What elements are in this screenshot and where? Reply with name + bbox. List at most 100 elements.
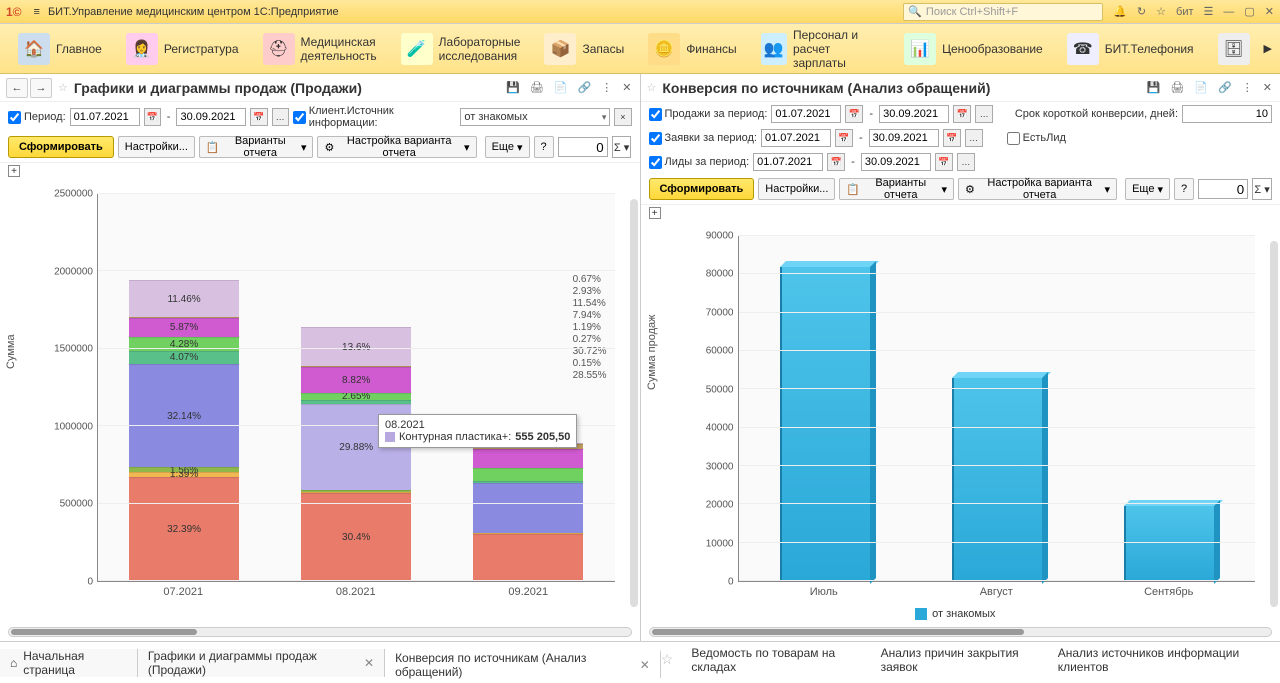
shortconv-label: Срок короткой конверсии, дней: [1015, 108, 1178, 120]
sum-input[interactable] [558, 137, 608, 157]
generate-button[interactable]: Сформировать [8, 136, 114, 158]
tab-conversion[interactable]: Конверсия по источникам (Анализ обращени… [385, 650, 661, 678]
save-icon[interactable]: 💾 [504, 79, 522, 96]
sum-input[interactable] [1198, 179, 1248, 199]
client-source-checkbox[interactable]: Клиент.Источник информации: [293, 105, 457, 129]
req-date-to[interactable] [869, 129, 939, 147]
link-icon[interactable]: 🔗 [576, 79, 594, 96]
menu-hamburger-icon[interactable]: ≡ [34, 6, 40, 18]
minimize-icon[interactable]: — [1223, 6, 1234, 18]
calendar-icon[interactable]: 📅 [827, 153, 845, 171]
bell-icon[interactable]: 🔔 [1113, 5, 1127, 18]
requests-period-checkbox[interactable]: Заявки за период: [649, 132, 757, 145]
calendar-from-icon[interactable]: 📅 [144, 108, 161, 126]
calendar-icon[interactable]: 📅 [935, 153, 953, 171]
bottom-link[interactable]: Анализ причин закрытия заявок [881, 646, 1040, 674]
home-icon: ⌂ [10, 656, 17, 670]
nav-pricing[interactable]: 📊Ценообразование [894, 29, 1053, 69]
calendar-icon[interactable]: 📅 [943, 129, 961, 147]
nav-telephony[interactable]: ☎БИТ.Телефония [1057, 29, 1204, 69]
tab-home[interactable]: ⌂Начальная страница [0, 649, 138, 677]
right-panel-title: Конверсия по источникам (Анализ обращени… [662, 80, 1144, 96]
favorite-star-icon[interactable]: ☆ [58, 81, 68, 94]
panel-close-icon[interactable]: ✕ [1261, 79, 1274, 96]
print-icon[interactable]: 🖨 [528, 79, 546, 96]
expand-tree-button[interactable]: + [649, 207, 661, 219]
link-icon[interactable]: 🔗 [1216, 79, 1234, 96]
haslead-checkbox[interactable]: ЕстьЛид [1007, 132, 1066, 145]
period-picker-button[interactable]: … [957, 153, 975, 171]
more-button[interactable]: Еще ▾ [1125, 178, 1170, 200]
bottom-link[interactable]: Ведомость по товарам на складах [691, 646, 862, 674]
date-to-input[interactable] [176, 108, 246, 126]
history-icon[interactable]: ↻ [1137, 5, 1146, 18]
save-icon[interactable]: 💾 [1145, 79, 1163, 96]
shortconv-input[interactable] [1182, 105, 1272, 123]
vertical-scrollbar[interactable] [1270, 241, 1278, 607]
calendar-icon[interactable]: 📅 [835, 129, 853, 147]
help-button[interactable]: ? [1174, 178, 1194, 200]
sigma-button[interactable]: Σ ▾ [1252, 178, 1272, 200]
settings-lines-icon[interactable]: ☰ [1204, 5, 1214, 18]
variant-settings-button[interactable]: ⚙ Настройка варианта отчета ▾ [317, 136, 476, 158]
nav-back-button[interactable]: ← [6, 78, 28, 98]
panel-close-icon[interactable]: ✕ [620, 79, 633, 96]
settings-button[interactable]: Настройки... [118, 136, 195, 158]
toolbar-scroll-right-icon[interactable]: ▶ [1264, 42, 1272, 55]
horizontal-scrollbar[interactable] [8, 627, 632, 637]
date-from-input[interactable] [70, 108, 140, 126]
tab-close-icon[interactable]: ✕ [364, 656, 374, 670]
maximize-icon[interactable]: ▢ [1244, 5, 1254, 18]
favorite-star-icon[interactable]: ☆ [647, 81, 657, 94]
help-button[interactable]: ? [534, 136, 554, 158]
sigma-button[interactable]: Σ ▾ [612, 136, 632, 158]
sales-period-checkbox[interactable]: Продажи за период: [649, 108, 768, 121]
settings-button[interactable]: Настройки... [758, 178, 835, 200]
period-picker-button[interactable]: … [975, 105, 993, 123]
sales-date-to[interactable] [879, 105, 949, 123]
close-icon[interactable]: ✕ [1265, 5, 1274, 18]
req-date-from[interactable] [761, 129, 831, 147]
report-variants-button[interactable]: 📋 Варианты отчета ▾ [199, 136, 314, 158]
nav-personnel[interactable]: 👥Персонал и расчет зарплаты [751, 24, 891, 74]
report-variants-button[interactable]: 📋 Варианты отчета ▾ [839, 178, 954, 200]
leads-date-to[interactable] [861, 153, 931, 171]
tab-sales-charts[interactable]: Графики и диаграммы продаж (Продажи)✕ [138, 649, 385, 677]
nav-medical[interactable]: ⛑Медицинская деятельность [253, 29, 387, 69]
star-icon[interactable]: ☆ [1156, 5, 1166, 18]
leads-date-from[interactable] [753, 153, 823, 171]
nav-lab[interactable]: 🧪Лабораторные исследования [391, 29, 531, 69]
bottom-link[interactable]: Анализ источников информации клиентов [1058, 646, 1268, 674]
expand-tree-button[interactable]: + [8, 165, 20, 177]
calendar-icon[interactable]: 📅 [845, 105, 863, 123]
leads-period-checkbox[interactable]: Лиды за период: [649, 156, 750, 169]
global-search-input[interactable]: 🔍 Поиск Ctrl+Shift+F [903, 3, 1103, 21]
nav-home[interactable]: 🏠Главное [8, 29, 112, 69]
nav-more[interactable]: 🗄 [1208, 29, 1260, 69]
y-axis-label: Сумма продаж [646, 315, 658, 390]
tab-close-icon[interactable]: ✕ [640, 658, 650, 672]
nav-finance[interactable]: 🪙Финансы [638, 29, 746, 69]
export-icon[interactable]: 📄 [1192, 79, 1210, 96]
calendar-icon[interactable]: 📅 [953, 105, 971, 123]
sales-date-from[interactable] [771, 105, 841, 123]
calendar-to-icon[interactable]: 📅 [250, 108, 267, 126]
nav-stock[interactable]: 📦Запасы [534, 29, 634, 69]
nav-forward-button[interactable]: → [30, 78, 52, 98]
more-button[interactable]: Еще ▾ [485, 136, 530, 158]
print-icon[interactable]: 🖨 [1168, 79, 1186, 96]
more-dots-icon[interactable]: ⋮ [599, 79, 614, 96]
export-icon[interactable]: 📄 [552, 79, 570, 96]
vertical-scrollbar[interactable] [630, 199, 638, 607]
nav-registration[interactable]: 👩‍⚕️Регистратура [116, 29, 249, 69]
favorites-star-icon[interactable]: ☆ [661, 651, 674, 668]
generate-button[interactable]: Сформировать [649, 178, 755, 200]
horizontal-scrollbar[interactable] [649, 627, 1273, 637]
period-checkbox[interactable]: Период: [8, 111, 66, 124]
client-source-clear-button[interactable]: × [614, 108, 631, 126]
period-picker-button[interactable]: … [965, 129, 983, 147]
client-source-select[interactable]: от знакомых [460, 108, 610, 126]
more-dots-icon[interactable]: ⋮ [1240, 79, 1255, 96]
period-picker-button[interactable]: … [272, 108, 289, 126]
variant-settings-button[interactable]: ⚙ Настройка варианта отчета ▾ [958, 178, 1117, 200]
